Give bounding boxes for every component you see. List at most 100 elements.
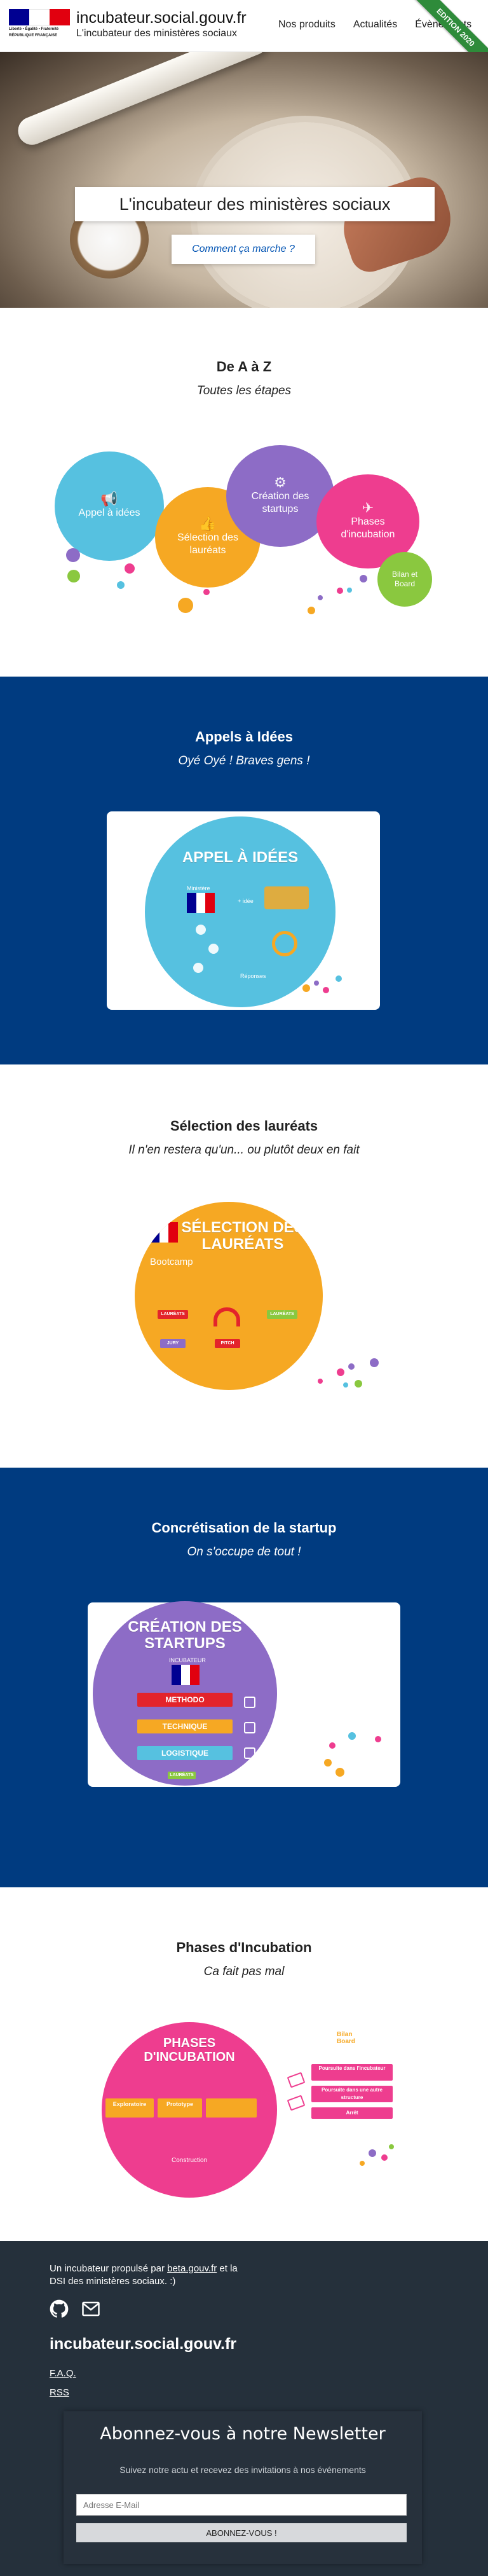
site-name[interactable]: incubateur.social.gouv.fr [76, 9, 247, 27]
social-icons [50, 2299, 100, 2318]
bootcamp-label: Bootcamp [150, 1257, 193, 1267]
footer-brand[interactable]: incubateur.social.gouv.fr [50, 2335, 236, 2353]
site-tagline: L'incubateur des ministères sociaux [76, 28, 237, 39]
outcome-incubateur: Poursuite dans l'incubateur [311, 2064, 393, 2081]
decor-dot [178, 598, 193, 613]
rolling-pin-image [13, 52, 272, 149]
decor-dot [381, 2154, 388, 2161]
bar-technique: TECHNIQUE [137, 1719, 233, 1733]
paper-plane-icon [287, 2072, 306, 2088]
beta-gouv-link[interactable]: beta.gouv.fr [167, 2263, 217, 2274]
art-title: PHASES D'INCUBATION [144, 2036, 235, 2064]
person-icon [208, 944, 219, 954]
decor-dot [370, 1358, 379, 1367]
republic-logo[interactable]: Liberté • Égalité • Fraternité RÉPUBLIQU… [9, 9, 70, 42]
decor-dot [348, 1732, 356, 1740]
ministry-flag-icon [172, 1665, 200, 1685]
decor-dot [337, 1368, 344, 1376]
section-appels: Appels à Idées Oyé Oyé ! Braves gens ! A… [0, 677, 488, 1064]
decor-dot [302, 984, 310, 992]
ministry-flag-icon [187, 893, 215, 913]
decor-dot [318, 1379, 323, 1384]
phases-title: Phases d'Incubation [176, 1939, 312, 1955]
how-it-works-button[interactable]: Comment ça marche ? [172, 235, 315, 264]
megaphone-icon: 📢 [100, 491, 118, 507]
thumbs-up-icon: 👍 [199, 516, 217, 532]
bubble-bilan[interactable]: Bilan et Board [377, 552, 432, 607]
republic-name: RÉPUBLIQUE FRANÇAISE [9, 34, 58, 38]
site-header: Liberté • Égalité • Fraternité RÉPUBLIQU… [0, 0, 488, 76]
decor-dot [347, 588, 352, 593]
appels-title: Appels à Idées [194, 729, 294, 745]
ministry-flag-icon [150, 1222, 179, 1243]
idea-note [264, 886, 309, 909]
selection-subtitle: Il n'en restera qu'un... ou plutôt deux … [128, 1143, 360, 1157]
bubble-appel-idees[interactable]: 📢 Appel à idées [55, 451, 164, 561]
decor-dot [355, 1380, 362, 1388]
tag-laureats-2: LAURÉATS [267, 1310, 297, 1319]
decor-dot [203, 589, 210, 595]
tag-jury: JURY [160, 1339, 186, 1348]
creation-illustration: CRÉATION DES STARTUPS INCUBATEUR METHODO… [93, 1601, 277, 1786]
outcome-arret: Arrêt [311, 2107, 393, 2119]
bubble-label: Bilan et Board [391, 570, 418, 588]
footer-about: Un incubateur propulsé par beta.gouv.fr … [50, 2263, 253, 2288]
phases-subtitle: Ca fait pas mal [203, 1965, 285, 1978]
decor-dot [314, 981, 319, 986]
paper-plane-icon [287, 2095, 306, 2111]
person-icon [193, 963, 203, 973]
subscribe-button[interactable]: ABONNEZ-VOUS ! [76, 2523, 407, 2542]
newsletter-box: Abonnez-vous à notre Newsletter Suivez n… [64, 2411, 422, 2564]
outcome-autre-structure: Poursuite dans une autre structure [311, 2086, 393, 2102]
art-label: Réponses [240, 973, 266, 979]
code-icon [244, 1722, 255, 1733]
nav-produits[interactable]: Nos produits [278, 19, 336, 31]
appels-subtitle: Oyé Oyé ! Braves gens ! [178, 754, 310, 768]
newsletter-email-input[interactable] [76, 2494, 407, 2516]
mail-icon[interactable] [81, 2299, 100, 2318]
decor-dot [375, 1736, 381, 1742]
decor-dot [348, 1363, 355, 1370]
faq-link[interactable]: F.A.Q. [50, 2368, 76, 2379]
step-exploratoire: Exploratoire [105, 2098, 154, 2118]
creation-title: Concrétisation de la startup [151, 1520, 337, 1536]
site-footer: Un incubateur propulsé par beta.gouv.fr … [0, 2241, 488, 2576]
creation-card: CRÉATION DES STARTUPS INCUBATEUR METHODO… [88, 1601, 400, 1787]
art-title: APPEL À IDÉES [182, 849, 299, 866]
decor-dot [337, 588, 343, 594]
motto: Liberté • Égalité • Fraternité [9, 27, 59, 31]
step-construction: Construction [172, 2157, 208, 2164]
art-title: CRÉATION DES STARTUPS [128, 1618, 242, 1652]
paper-plane-icon: ✈ [362, 500, 374, 516]
newsletter-subtitle: Suivez notre actu et recevez des invitat… [119, 2465, 366, 2475]
french-flag-icon [9, 9, 70, 25]
decor-dot [360, 2161, 365, 2166]
atoz-title: De A à Z [216, 359, 272, 375]
atoz-subtitle: Toutes les étapes [196, 384, 292, 397]
bar-logistique: LOGISTIQUE [137, 1746, 233, 1760]
art-label: + idée [238, 898, 254, 904]
rss-link[interactable]: RSS [50, 2387, 69, 2398]
ripple-icon [272, 931, 297, 956]
arrow-icon [214, 1307, 240, 1326]
decor-dot [117, 581, 125, 589]
bubble-label: Appel à idées [78, 507, 140, 518]
nav-actualites[interactable]: Actualités [353, 19, 397, 31]
github-icon[interactable] [50, 2299, 69, 2318]
decor-dot [343, 1382, 348, 1388]
art-title: SÉLECTION DES LAURÉATS [181, 1219, 304, 1253]
decor-dot [389, 2144, 394, 2149]
art-label: Ministère [187, 885, 210, 892]
person-icon [196, 925, 206, 935]
section-phases: Phases d'Incubation Ca fait pas mal PHAS… [0, 1887, 488, 2241]
bar-methodo: METHODO [137, 1693, 233, 1707]
decor-dot [336, 1768, 344, 1777]
document-icon [244, 1697, 255, 1708]
selection-title: Sélection des lauréats [170, 1118, 318, 1134]
decor-dot [318, 595, 323, 600]
section-atoz: De A à Z Toutes les étapes 📢 Appel à idé… [0, 308, 488, 677]
decor-dot [360, 575, 367, 582]
gear-icon: ⚙ [274, 474, 287, 490]
bubble-label: Création des startups [251, 491, 309, 514]
section-selection: Sélection des lauréats Il n'en restera q… [0, 1064, 488, 1468]
